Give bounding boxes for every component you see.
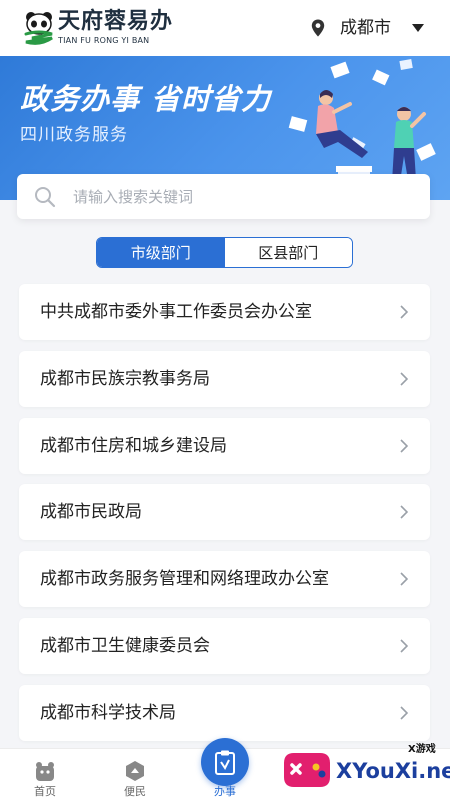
list-item[interactable]: 成都市科学技术局 xyxy=(19,684,430,741)
banner-subtitle: 四川政务服务 xyxy=(20,125,128,145)
panda-logo-icon xyxy=(24,12,53,45)
search-icon xyxy=(35,187,56,208)
top-bar: 天府蓉易办 TIAN FU RONG YI BAN 成都市 xyxy=(0,0,450,56)
department-name: 成都市民政局 xyxy=(40,502,142,523)
location-pin-icon[interactable] xyxy=(311,19,325,37)
tab-district-level[interactable]: 区县部门 xyxy=(224,238,352,267)
chevron-right-icon xyxy=(400,505,408,519)
nav-handle-affairs-label: 办事 xyxy=(214,785,236,798)
chevron-right-icon xyxy=(400,305,408,319)
chevron-right-icon xyxy=(400,372,408,386)
search-input[interactable] xyxy=(73,182,413,211)
chevron-right-icon xyxy=(400,572,408,586)
brand-name-en: TIAN FU RONG YI BAN xyxy=(58,36,150,45)
watermark-logo-icon xyxy=(284,753,330,787)
nav-service-label: 便民 xyxy=(124,785,146,798)
department-name: 中共成都市委外事工作委员会办公室 xyxy=(40,302,312,322)
department-name: 成都市住房和城乡建设局 xyxy=(40,435,227,456)
chevron-right-icon xyxy=(400,706,408,720)
nav-handle-affairs[interactable] xyxy=(201,738,249,786)
list-item[interactable]: 中共成都市委外事工作委员会办公室 xyxy=(19,284,430,340)
watermark-tag: X游戏 xyxy=(408,744,436,755)
department-name: 成都市卫生健康委员会 xyxy=(40,635,210,656)
banner-title: 政务办事 省时省力 xyxy=(20,82,272,116)
nav-service[interactable]: 便民 xyxy=(95,749,175,800)
caret-down-icon[interactable] xyxy=(411,23,425,33)
watermark-text: XYouXi.net xyxy=(336,759,450,783)
chevron-right-icon xyxy=(400,439,408,453)
tab-city-level[interactable]: 市级部门 xyxy=(97,238,225,267)
clipboard-icon xyxy=(215,750,235,775)
home-icon xyxy=(36,762,54,781)
brand-name: 天府蓉易办 xyxy=(58,9,174,34)
department-level-tabs: 市级部门 区县部门 xyxy=(96,237,353,268)
list-item[interactable]: 成都市卫生健康委员会 xyxy=(19,617,430,674)
department-list: 中共成都市委外事工作委员会办公室 成都市民族宗教事务局 成都市住房和城乡建设局 … xyxy=(19,284,430,752)
city-selector[interactable]: 成都市 xyxy=(340,17,391,39)
department-name: 成都市政务服务管理和网络理政办公室 xyxy=(40,569,329,590)
list-item[interactable]: 成都市民政局 xyxy=(19,484,430,541)
list-item[interactable]: 成都市住房和城乡建设局 xyxy=(19,417,430,474)
chevron-right-icon xyxy=(400,639,408,653)
list-item[interactable]: 成都市民族宗教事务局 xyxy=(19,350,430,407)
department-name: 成都市民族宗教事务局 xyxy=(40,368,210,389)
list-item[interactable]: 成都市政务服务管理和网络理政办公室 xyxy=(19,551,430,608)
nav-home-label: 首页 xyxy=(34,785,56,798)
department-name: 成都市科学技术局 xyxy=(40,702,176,723)
service-icon xyxy=(126,761,144,781)
nav-home[interactable]: 首页 xyxy=(5,749,85,800)
search-bar xyxy=(17,174,430,219)
